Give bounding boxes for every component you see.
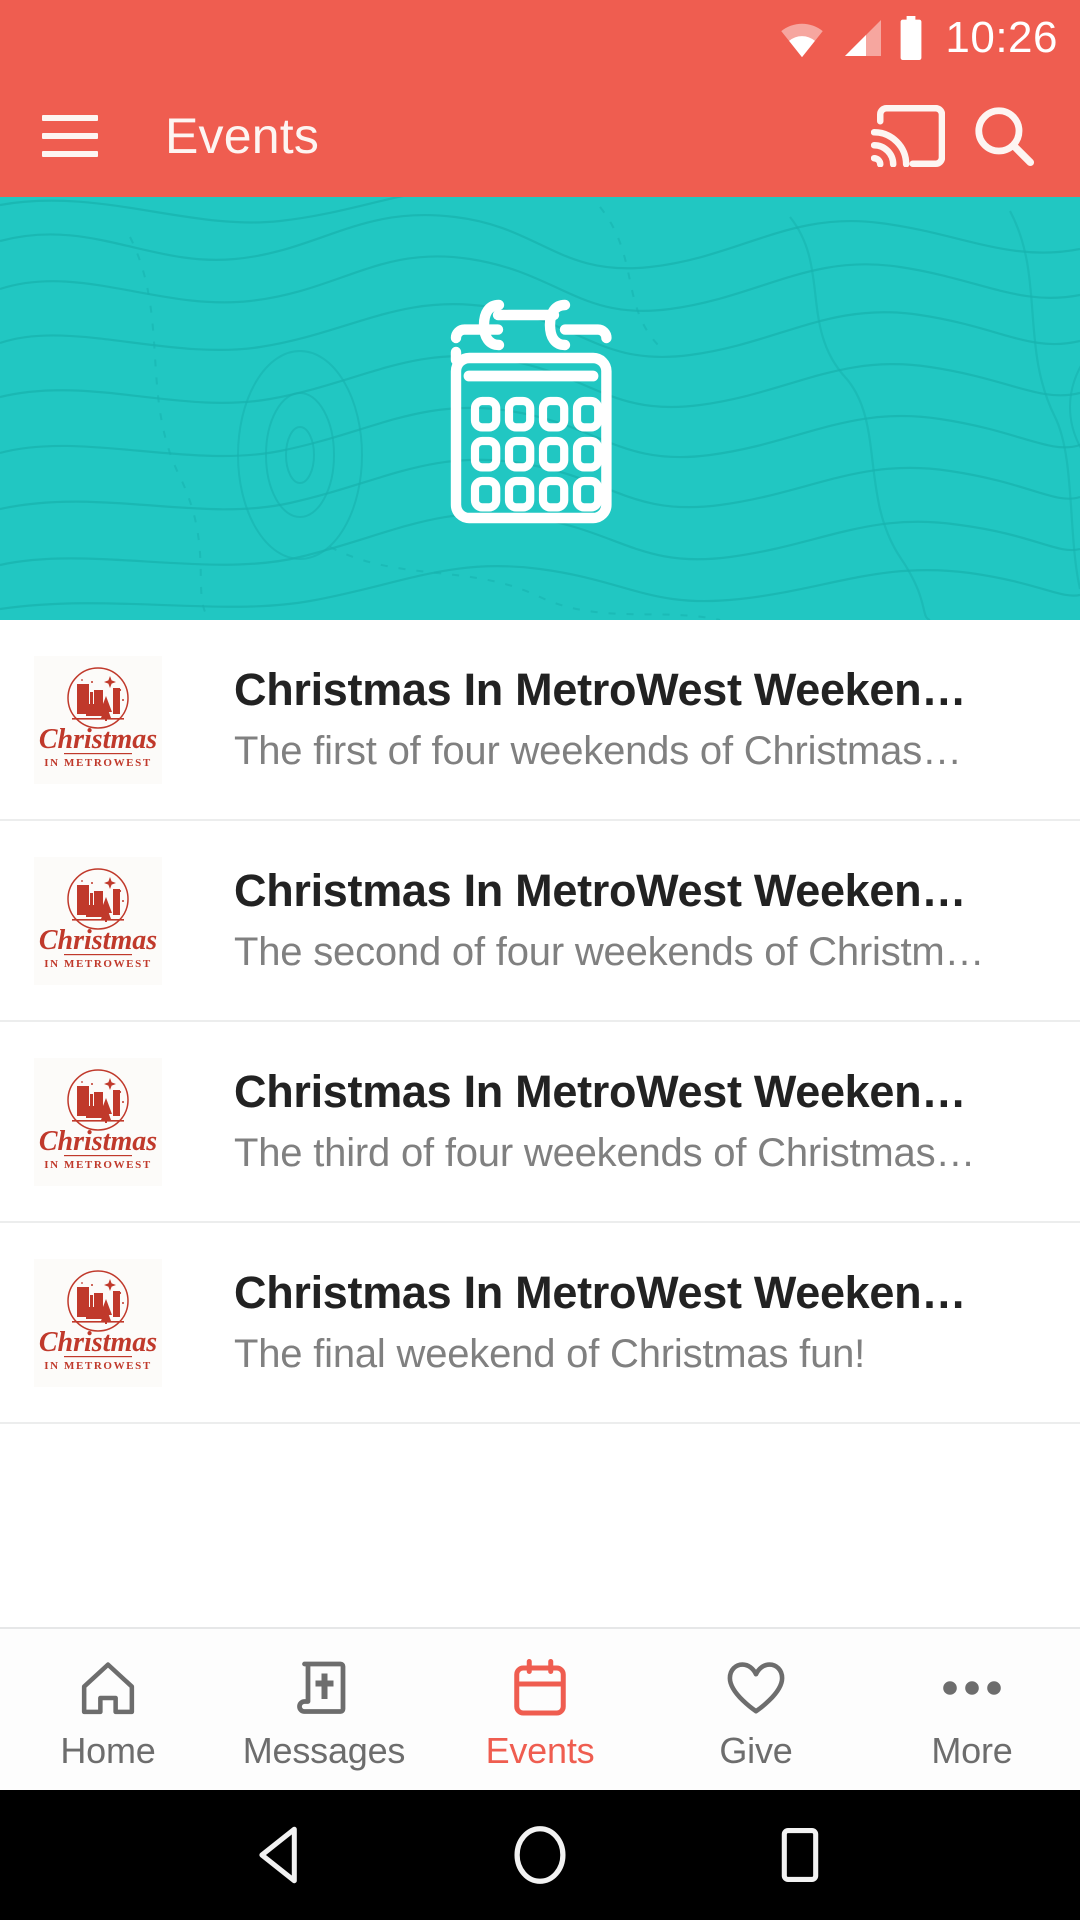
bottom-navigation: Home Messages Events Give More [0,1627,1080,1790]
back-triangle-icon[interactable] [225,1800,335,1910]
list-item[interactable]: Christmas IN METROWEST Christmas In Metr… [0,620,1080,821]
event-subtitle: The final weekend of Christmas fun! [234,1332,866,1377]
hamburger-menu-icon[interactable] [42,115,98,157]
list-item-text: Christmas In MetroWest Weeken… The final… [234,1267,1054,1378]
bible-icon [296,1657,352,1719]
christmas-in-metrowest-logo: Christmas IN METROWEST [34,1258,162,1387]
events-list: Christmas IN METROWEST Christmas In Metr… [0,620,1080,1627]
event-subtitle: The third of four weekends of Christmas… [234,1131,976,1176]
nav-tab-more[interactable]: More [864,1629,1080,1790]
event-subtitle: The first of four weekends of Christmas… [234,729,962,774]
list-item-text: Christmas In MetroWest Weeken… The first… [234,664,1054,775]
wifi-icon [779,18,825,58]
list-item[interactable]: Christmas IN METROWEST Christmas In Metr… [0,1223,1080,1424]
svg-text:Christmas: Christmas [39,1126,157,1157]
svg-text:Christmas: Christmas [39,724,157,755]
android-system-navigation [0,1790,1080,1920]
svg-text:IN METROWEST: IN METROWEST [44,958,152,970]
calendar-icon [450,299,612,523]
event-title: Christmas In MetroWest Weeken… [234,664,967,716]
calendar-icon [511,1657,569,1719]
app-bar: Events [0,75,1080,197]
home-icon [77,1657,139,1719]
status-bar: 10:26 [0,0,1080,75]
event-title: Christmas In MetroWest Weeken… [234,865,967,917]
svg-text:IN METROWEST: IN METROWEST [44,1360,152,1372]
christmas-in-metrowest-logo: Christmas IN METROWEST [34,856,162,985]
hero-banner [0,197,1080,620]
svg-text:IN METROWEST: IN METROWEST [44,1159,152,1171]
event-subtitle: The second of four weekends of Christm… [234,930,985,975]
svg-text:IN METROWEST: IN METROWEST [44,757,152,769]
christmas-in-metrowest-logo: Christmas IN METROWEST [34,655,162,784]
recents-square-icon[interactable] [745,1800,855,1910]
christmas-in-metrowest-logo: Christmas IN METROWEST [34,1057,162,1186]
event-title: Christmas In MetroWest Weeken… [234,1066,967,1118]
page-title: Events [165,108,320,164]
nav-label-more: More [931,1729,1013,1771]
home-circle-icon[interactable] [485,1800,595,1910]
nav-tab-home[interactable]: Home [0,1629,216,1790]
nav-label-messages: Messages [242,1729,406,1771]
nav-label-home: Home [60,1729,156,1771]
event-title: Christmas In MetroWest Weeken… [234,1267,967,1319]
search-icon[interactable] [956,88,1052,184]
nav-label-give: Give [719,1729,793,1771]
app-root: 10:26 Events Christmas IN METROWEST Chri… [0,0,1080,1920]
nav-tab-events[interactable]: Events [432,1629,648,1790]
cast-icon[interactable] [860,88,956,184]
svg-text:Christmas: Christmas [39,925,157,956]
list-item[interactable]: Christmas IN METROWEST Christmas In Metr… [0,1022,1080,1223]
nav-label-events: Events [485,1729,595,1771]
more-dots-icon [940,1657,1004,1719]
list-item[interactable]: Christmas IN METROWEST Christmas In Metr… [0,821,1080,1022]
list-item-text: Christmas In MetroWest Weeken… The third… [234,1066,1054,1177]
nav-tab-give[interactable]: Give [648,1629,864,1790]
heart-icon [724,1657,788,1719]
list-item-text: Christmas In MetroWest Weeken… The secon… [234,865,1054,976]
battery-full-icon [897,15,925,60]
cellular-signal-icon [839,18,883,58]
svg-text:Christmas: Christmas [39,1327,157,1358]
status-bar-clock: 10:26 [945,12,1058,62]
nav-tab-messages[interactable]: Messages [216,1629,432,1790]
